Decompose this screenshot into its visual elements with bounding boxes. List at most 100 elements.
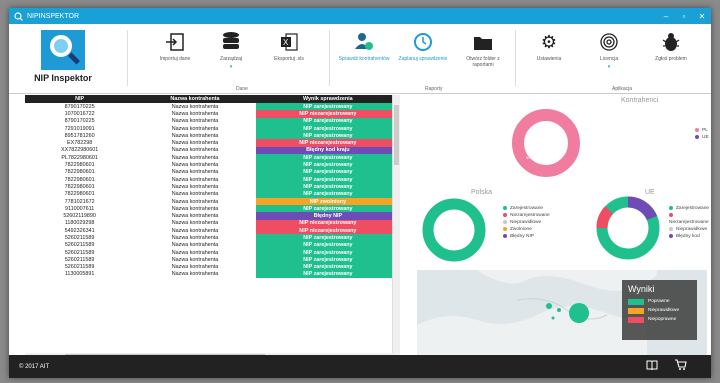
export-button[interactable]: X Eksportuj .xls bbox=[261, 30, 317, 62]
separator bbox=[329, 30, 330, 86]
result-cell: Błędny NIP bbox=[255, 212, 400, 220]
table-row[interactable]: 7822980601 Nazwa kontrahenta NIP zarejestr… bbox=[25, 175, 400, 184]
minimize-button[interactable]: – bbox=[657, 12, 675, 21]
map-legend-wyniki: Wyniki Poprawne Nieprawidłowe Niepoprawn… bbox=[622, 280, 697, 340]
result-cell: NIP zarejestrowany bbox=[255, 263, 400, 271]
result-cell: NIP zarejestrowany bbox=[255, 154, 400, 162]
table-row[interactable]: 52602119890 Nazwa kontrahenta Błędny NIP bbox=[25, 212, 400, 220]
nip-cell: 7291019091 bbox=[64, 125, 95, 132]
nip-cell: XX7822980601 bbox=[61, 147, 99, 154]
settings-button[interactable]: ⚙ Ustawienia bbox=[521, 30, 577, 63]
legend-dot-ue bbox=[695, 134, 699, 139]
table-row[interactable]: 8790170225 Nazwa kontrahenta NIP zarejestr… bbox=[25, 103, 400, 111]
table-row[interactable]: 7822980601 Nazwa kontrahenta NIP zarejestr… bbox=[25, 190, 400, 198]
name-cell: Nazwa kontrahenta bbox=[171, 183, 219, 190]
import-button[interactable]: Importuj dane bbox=[147, 30, 203, 62]
legend-dot-pl bbox=[695, 127, 699, 132]
table-row[interactable]: 5260211589 Nazwa kontrahenta NIP zarejestr… bbox=[25, 263, 400, 271]
table-row[interactable]: 7822980601 Nazwa kontrahenta NIP zarejestr… bbox=[25, 168, 400, 176]
table-row[interactable]: 8790170225 Nazwa kontrahenta NIP zarejestr… bbox=[25, 117, 400, 125]
nip-cell: 52602119890 bbox=[63, 213, 96, 220]
result-cell: NIP niezarejestrowany bbox=[255, 110, 400, 118]
table-row[interactable]: XX7822980601 Nazwa kontrahenta Błędny kod … bbox=[25, 146, 400, 155]
result-cell: NIP zarejestrowany bbox=[255, 161, 400, 169]
nip-cell: 5260211589 bbox=[64, 234, 95, 241]
user-check-icon bbox=[336, 30, 392, 54]
swatch-incorrect bbox=[628, 316, 644, 323]
cart-icon[interactable] bbox=[674, 359, 687, 374]
check-contractors-button[interactable]: Sprawdź kontrahentów bbox=[336, 30, 392, 62]
folder-icon bbox=[455, 30, 511, 54]
group-label-data: Dane bbox=[236, 86, 248, 92]
table-row[interactable]: PL7822980601 Nazwa kontrahenta NIP zarejes… bbox=[25, 154, 400, 162]
schedule-button[interactable]: Zaplanuj sprawdzenie bbox=[395, 30, 451, 62]
nip-cell: 9110007611 bbox=[65, 205, 95, 212]
table-row[interactable]: 5260211589 Nazwa kontrahenta NIP zarejestr… bbox=[25, 234, 400, 242]
column-header-result[interactable]: Wynik sprawdzenia bbox=[255, 95, 400, 103]
nip-cell: 7781021672 bbox=[64, 198, 95, 205]
nip-cell: 5260211589 bbox=[64, 264, 95, 271]
nip-cell: PL7822980601 bbox=[61, 154, 98, 161]
results-map[interactable]: Wyniki Poprawne Nieprawidłowe Niepoprawn… bbox=[417, 270, 707, 355]
nip-cell: 7822980601 bbox=[64, 183, 95, 190]
table-row[interactable]: 7822980601 Nazwa kontrahenta NIP zarejestr… bbox=[25, 161, 400, 169]
nip-cell: 5260211589 bbox=[64, 242, 95, 249]
result-cell: NIP zarejestrowany bbox=[255, 175, 400, 184]
table-row[interactable]: 5260211589 Nazwa kontrahenta NIP zarejestr… bbox=[25, 256, 400, 264]
name-cell: Nazwa kontrahenta bbox=[171, 154, 219, 161]
table-row[interactable]: 7291019091 Nazwa kontrahenta NIP zarejestr… bbox=[25, 124, 400, 133]
swatch-correct bbox=[628, 298, 644, 305]
name-cell: Nazwa kontrahenta bbox=[171, 234, 219, 241]
table-row[interactable]: EX782298 Nazwa kontrahenta NIP niezarejest… bbox=[25, 139, 400, 147]
result-cell: NIP zarejestrowany bbox=[255, 205, 400, 213]
window-title: NIPINSPEKTOR bbox=[27, 12, 79, 20]
result-cell: NIP zarejestrowany bbox=[255, 103, 400, 111]
report-problem-button[interactable]: Zgłoś problem bbox=[643, 30, 699, 62]
column-header-nip[interactable]: NIP bbox=[25, 95, 135, 103]
table-row[interactable]: 9110007611 Nazwa kontrahenta NIP zarejestr… bbox=[25, 205, 400, 213]
name-cell: Nazwa kontrahenta bbox=[171, 213, 219, 220]
name-cell: Nazwa kontrahenta bbox=[171, 271, 219, 278]
nip-cell: 7822980601 bbox=[64, 176, 95, 183]
table-row[interactable]: 7781021672 Nazwa kontrahenta NIP zwolniony bbox=[25, 197, 400, 206]
database-icon bbox=[203, 30, 259, 54]
table-row[interactable]: 1130005891 Nazwa kontrahenta NIP zarejestr… bbox=[25, 270, 400, 279]
table-row[interactable]: 5260211589 Nazwa kontrahenta NIP zarejestr… bbox=[25, 241, 400, 249]
name-cell: Nazwa kontrahenta bbox=[171, 205, 219, 212]
result-cell: NIP zarejestrowany bbox=[255, 234, 400, 242]
fingerprint-icon bbox=[581, 30, 637, 54]
manage-button[interactable]: Zarządzaj ▾ bbox=[203, 30, 259, 70]
open-reports-folder-button[interactable]: Otwórz folder z raportami bbox=[455, 30, 511, 68]
name-cell: Nazwa kontrahenta bbox=[171, 176, 219, 183]
svg-text:X: X bbox=[283, 38, 289, 47]
name-cell: Nazwa kontrahenta bbox=[171, 162, 219, 169]
nip-cell: 7822980601 bbox=[64, 162, 95, 169]
title-bar: NIPINSPEKTOR – ▫ ✕ bbox=[9, 8, 711, 24]
name-cell: Nazwa kontrahenta bbox=[171, 249, 219, 256]
group-label-reports: Raporty bbox=[425, 86, 443, 92]
column-header-name[interactable]: Nazwa kontrahenta bbox=[134, 95, 256, 103]
nip-cell: 7822980601 bbox=[64, 169, 95, 176]
copyright-text: © 2017 AIT bbox=[19, 363, 50, 370]
swatch-invalid bbox=[628, 307, 644, 314]
app-logo: NIP Inspektor bbox=[13, 30, 113, 90]
name-cell: Nazwa kontrahenta bbox=[171, 169, 219, 176]
clock-icon bbox=[395, 30, 451, 54]
name-cell: Nazwa kontrahenta bbox=[171, 198, 219, 205]
table-row[interactable]: 5492326341 Nazwa kontrahenta NIP niezareje… bbox=[25, 227, 400, 235]
manual-book-icon[interactable] bbox=[646, 359, 658, 374]
table-row[interactable]: 1070016722 Nazwa kontrahenta NIP niezareje… bbox=[25, 110, 400, 118]
result-cell: NIP zarejestrowany bbox=[255, 117, 400, 125]
table-row[interactable]: 7822980601 Nazwa kontrahenta NIP zarejestr… bbox=[25, 183, 400, 191]
result-cell: Błędny kod kraju bbox=[255, 146, 400, 155]
donut-chart-polska bbox=[422, 198, 486, 262]
table-row[interactable]: 5260211589 Nazwa kontrahenta NIP zarejestr… bbox=[25, 248, 400, 257]
table-row[interactable]: 8951781260 Nazwa kontrahenta NIP zarejestr… bbox=[25, 132, 400, 140]
vertical-scrollbar[interactable] bbox=[392, 95, 400, 357]
license-button[interactable]: Licencja ▾ bbox=[581, 30, 637, 70]
close-button[interactable]: ✕ bbox=[693, 12, 711, 21]
result-cell: NIP zarejestrowany bbox=[255, 132, 400, 140]
results-table: NIP Nazwa kontrahenta Wynik sprawdzenia … bbox=[25, 95, 400, 279]
maximize-button[interactable]: ▫ bbox=[675, 12, 693, 21]
table-row[interactable]: 1180029298 Nazwa kontrahenta NIP niezareje… bbox=[25, 219, 400, 228]
